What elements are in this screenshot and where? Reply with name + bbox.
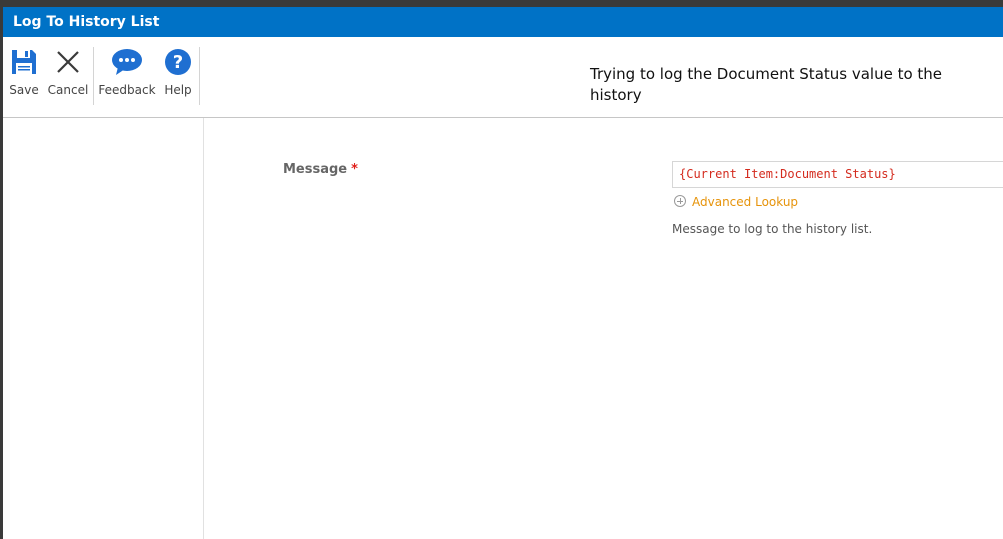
left-panel [3,118,204,539]
svg-text:?: ? [173,52,183,73]
advanced-lookup-link[interactable]: Advanced Lookup [674,194,798,210]
dialog-title: Log To History List [3,7,1003,37]
cancel-button[interactable]: Cancel [47,47,89,105]
help-button[interactable]: ? Help [161,47,195,105]
message-help-text: Message to log to the history list. [672,222,873,236]
speech-bubble-icon [97,47,157,77]
ribbon-group-actions: Save Cancel [3,47,94,105]
floppy-disk-icon [6,47,42,77]
save-button[interactable]: Save [6,47,42,105]
form-body: Message * {Current Item:Document Status} … [3,118,1003,539]
dialog-window: Log To History List Save Cancel Feedback… [3,7,1003,539]
advanced-lookup-label: Advanced Lookup [692,195,799,209]
message-label-text: Message [283,162,348,177]
feedback-button[interactable]: Feedback [97,47,157,105]
message-input[interactable]: {Current Item:Document Status} [672,161,1003,188]
question-circle-icon: ? [161,47,195,77]
ribbon-toolbar: Save Cancel Feedback ? Help Trying to lo… [3,37,1003,118]
plus-circle-icon [674,195,686,207]
ribbon-group-support: Feedback ? Help [93,47,200,105]
annotation-note: Trying to log the Document Status value … [590,65,943,104]
message-label: Message * [283,162,358,177]
required-marker: * [351,162,358,177]
close-x-icon [47,47,89,77]
